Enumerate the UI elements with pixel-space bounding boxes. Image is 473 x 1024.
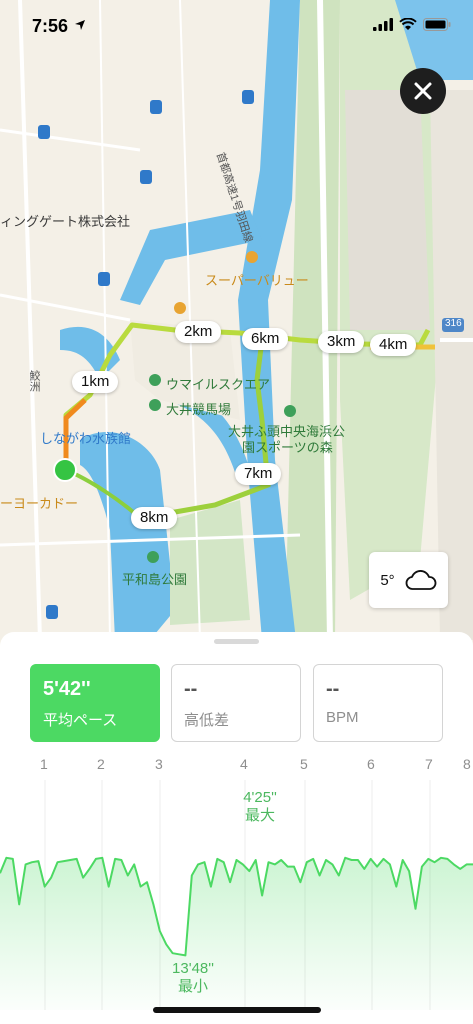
map-label-yokado: ーヨーカドー bbox=[0, 496, 79, 511]
close-icon bbox=[414, 82, 432, 100]
wifi-icon bbox=[399, 18, 417, 30]
elevation-label: 高低差 bbox=[184, 712, 230, 729]
home-indicator[interactable] bbox=[153, 1007, 321, 1013]
sheet-grabber[interactable] bbox=[214, 639, 259, 644]
map-label-supermarket: スーパーバリュー bbox=[205, 273, 309, 288]
map-road-shield: 316 bbox=[445, 318, 462, 329]
km-tick: 3 bbox=[155, 756, 163, 772]
km-tick: 1 bbox=[40, 756, 48, 772]
elevation-card[interactable]: -- 高低差 bbox=[171, 664, 301, 742]
km-tick: 5 bbox=[300, 756, 308, 772]
km-tick: 7 bbox=[425, 756, 433, 772]
battery-icon bbox=[423, 18, 451, 31]
map-label-company: ィングゲート株式会社 bbox=[0, 214, 131, 229]
pace-area bbox=[0, 857, 473, 1010]
route-map[interactable]: ィングゲート株式会社 スーパーバリュー ウマイルスクエア 大井競馬場 しながわ水… bbox=[0, 0, 473, 650]
max-pace-note: 4'25'' 最大 bbox=[225, 789, 295, 825]
elevation-value: -- bbox=[184, 678, 198, 700]
location-arrow-icon bbox=[75, 20, 85, 30]
weather-temperature: 5° bbox=[380, 571, 395, 589]
min-pace-note: 13'48'' 最小 bbox=[158, 960, 228, 996]
km-tick: 4 bbox=[240, 756, 248, 772]
pace-value: 5'42'' bbox=[43, 678, 91, 700]
km-marker-4: 4km bbox=[370, 334, 417, 356]
map-label-park-2: 平和島公園 bbox=[122, 572, 188, 587]
signal-icon bbox=[373, 18, 393, 31]
map-label-umairu: ウマイルスクエア bbox=[166, 377, 271, 392]
min-pace-value: 13'48'' bbox=[172, 960, 214, 977]
km-axis: 1 2 3 4 5 6 7 8 bbox=[0, 756, 473, 774]
map-label-park-1b: 園スポーツの森 bbox=[242, 440, 333, 455]
min-pace-caption: 最小 bbox=[177, 978, 208, 995]
pace-card[interactable]: 5'42'' 平均ペース bbox=[30, 664, 160, 742]
map-label-racecourse: 大井競馬場 bbox=[166, 402, 232, 417]
km-tick: 8 bbox=[463, 756, 471, 772]
km-marker-8: 8km bbox=[131, 507, 178, 529]
status-time: 7:56 bbox=[32, 16, 69, 36]
map-label-station: 鮫洲 bbox=[28, 370, 40, 392]
km-marker-2: 2km bbox=[175, 321, 222, 343]
km-marker-7: 7km bbox=[235, 463, 282, 485]
km-marker-6: 6km bbox=[242, 328, 289, 350]
heart-rate-card[interactable]: -- BPM bbox=[313, 664, 443, 742]
close-button[interactable] bbox=[400, 68, 446, 114]
km-tick: 6 bbox=[367, 756, 375, 772]
cloud-icon bbox=[405, 570, 437, 590]
weather-widget: 5° bbox=[369, 552, 448, 608]
status-icons bbox=[373, 18, 451, 31]
max-pace-value: 4'25'' bbox=[243, 789, 277, 806]
km-tick: 2 bbox=[97, 756, 105, 772]
status-bar: 7:56 bbox=[0, 0, 473, 52]
heart-rate-value: -- bbox=[326, 678, 340, 700]
map-label-aquarium: しながわ水族館 bbox=[40, 431, 132, 446]
heart-rate-label: BPM bbox=[326, 709, 359, 726]
km-marker-1: 1km bbox=[72, 371, 119, 393]
km-marker-3: 3km bbox=[318, 331, 365, 353]
max-pace-caption: 最大 bbox=[244, 807, 275, 824]
pace-label: 平均ペース bbox=[43, 712, 118, 729]
